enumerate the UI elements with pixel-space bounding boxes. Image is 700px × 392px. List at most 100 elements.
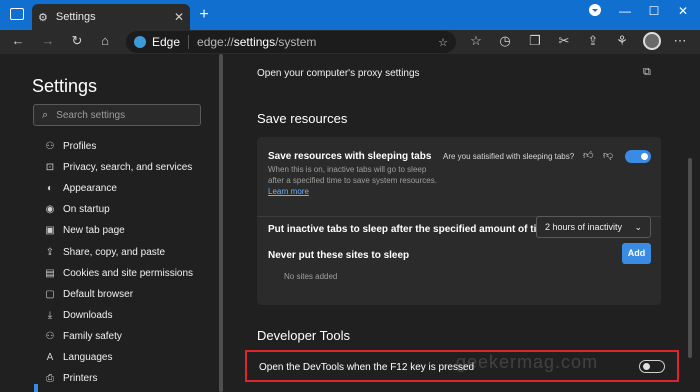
address-brand: Edge	[152, 35, 181, 49]
url-suffix: /system	[275, 35, 317, 49]
main-scrollbar[interactable]	[688, 158, 692, 358]
sidebar-item-label: Profiles	[63, 141, 97, 153]
thumbs-down-icon[interactable]: 👎︎	[603, 149, 613, 161]
avatar[interactable]	[643, 32, 661, 50]
sidebar-item-label: Languages	[63, 351, 113, 363]
power-icon: ◉	[45, 204, 55, 216]
sleeping-tabs-desc-text: When this is on, inactive tabs will go t…	[268, 165, 437, 185]
gear-icon: ⚙	[38, 11, 48, 24]
sidebar-item-label: Printers	[63, 373, 98, 385]
search-input[interactable]	[56, 109, 187, 121]
watermark: geekermag.com	[456, 352, 599, 372]
save-resources-heading: Save resources	[257, 111, 348, 126]
tab-title: Settings	[55, 11, 96, 23]
sidebar-item-label: On startup	[63, 204, 110, 216]
sidebar-item-profiles[interactable]: ⚇ Profiles	[44, 136, 193, 157]
sidebar-item-label: Appearance	[63, 183, 117, 195]
close-tab-icon[interactable]: ✕	[174, 10, 184, 24]
sidebar-item-label: Family safety	[63, 330, 122, 342]
address-url: edge://settings/system	[197, 35, 438, 49]
forward-icon[interactable]: →	[40, 33, 56, 49]
sidebar-item-appearance[interactable]: ◐ Appearance	[44, 178, 193, 199]
sidebar-item-label: Default browser	[63, 288, 134, 300]
cookies-icon: ▤	[45, 267, 55, 279]
sleeping-tabs-toggle[interactable]	[625, 150, 651, 163]
extensions-icon[interactable]: ⚘	[614, 33, 630, 49]
chevron-down-icon: ⌄	[634, 221, 642, 232]
favorites-icon[interactable]: ☆	[468, 33, 484, 49]
close-window-button[interactable]: ✕	[674, 4, 692, 18]
sidebar-nav: ⚇ Profiles ⊡ Privacy, search, and services…	[44, 136, 193, 389]
lock-icon: ⊡	[45, 162, 55, 174]
languages-icon: A	[46, 351, 54, 363]
learn-more-link[interactable]: Learn more	[268, 187, 309, 196]
thumbs-up-icon[interactable]: 👍︎	[583, 149, 593, 161]
sleeping-tabs-description: When this is on, inactive tabs will go t…	[268, 164, 443, 197]
external-link-icon[interactable]: ⧉	[643, 66, 651, 79]
feedback-question: Are you satisified with sleeping tabs?	[443, 152, 575, 161]
add-site-button[interactable]: Add	[622, 243, 651, 264]
refresh-icon[interactable]: ↻	[69, 33, 85, 49]
proxy-settings-link[interactable]: Open your computer's proxy settings	[257, 68, 420, 79]
devtools-f12-label: Open the DevTools when the F12 key is pr…	[259, 362, 475, 373]
search-icon: ⌕	[42, 108, 49, 121]
devtools-f12-toggle[interactable]	[639, 360, 665, 373]
inactive-tabs-label: Put inactive tabs to sleep after the spe…	[268, 224, 555, 235]
share-icon: ⇪	[45, 246, 55, 258]
sidebar-scrollbar[interactable]	[219, 54, 223, 392]
no-sites-text: No sites added	[284, 272, 338, 281]
newtab-icon: ▣	[45, 225, 55, 237]
web-capture-icon[interactable]: ✂	[556, 33, 572, 49]
family-icon: ⚇	[45, 330, 55, 342]
inactivity-dropdown[interactable]: 2 hours of inactivity ⌄	[536, 216, 651, 238]
never-sleep-label: Never put these sites to sleep	[268, 250, 410, 261]
toolbar: ← → ↻ ⌂ Edge edge://settings/system ☆ ☆ …	[0, 30, 700, 54]
sidebar-item-default-browser[interactable]: ▢ Default browser	[44, 284, 193, 305]
main-content: Open your computer's proxy settings ⧉ Sa…	[224, 54, 700, 392]
sidebar-item-privacy[interactable]: ⊡ Privacy, search, and services	[44, 157, 193, 178]
sidebar-item-downloads[interactable]: ⤓ Downloads	[44, 305, 193, 326]
maximize-button[interactable]: ☐	[645, 4, 663, 18]
address-separator	[188, 35, 190, 49]
sleeping-tabs-title: Save resources with sleeping tabs	[268, 151, 432, 162]
save-resources-card: Save resources with sleeping tabs When t…	[257, 137, 661, 305]
sidebar-item-new-tab-page[interactable]: ▣ New tab page	[44, 220, 193, 241]
address-bar[interactable]: Edge edge://settings/system ☆	[126, 31, 456, 53]
sidebar-item-label: Privacy, search, and services	[63, 162, 193, 174]
back-icon[interactable]: ←	[10, 33, 26, 49]
sidebar-item-share-copy-paste[interactable]: ⇪ Share, copy, and paste	[44, 241, 193, 262]
sidebar-item-languages[interactable]: A Languages	[44, 347, 193, 368]
palette-icon: ◐	[46, 183, 54, 195]
search-box[interactable]: ⌕	[33, 104, 201, 126]
add-favorite-icon[interactable]: ☆	[438, 36, 448, 49]
tab-settings[interactable]: ⚙ Settings ✕	[32, 4, 190, 30]
sidebar: Settings ⌕ ⚇ Profiles ⊡ Privacy, search, a…	[0, 54, 224, 392]
share-toolbar-icon[interactable]: ⇪	[585, 33, 601, 49]
browser-icon: ▢	[45, 288, 55, 300]
history-icon[interactable]: ◷	[497, 33, 513, 49]
minimize-button[interactable]: —	[616, 4, 634, 18]
sidebar-item-label: Share, copy, and paste	[63, 246, 166, 258]
url-prefix: edge://	[197, 35, 234, 49]
sidebar-item-label: New tab page	[63, 225, 125, 237]
inactivity-value: 2 hours of inactivity	[545, 222, 623, 232]
sidebar-item-family-safety[interactable]: ⚇ Family safety	[44, 326, 193, 347]
developer-tools-heading: Developer Tools	[257, 328, 350, 343]
download-icon: ⤓	[47, 309, 53, 321]
more-menu-icon[interactable]: ⋯	[672, 33, 688, 49]
sidebar-item-label: Downloads	[63, 309, 113, 321]
collections-icon[interactable]: ❐	[527, 33, 543, 49]
sidebar-item-printers[interactable]: ⎙ Printers	[44, 368, 193, 389]
active-item-indicator	[34, 384, 38, 392]
person-icon: ⚇	[45, 141, 55, 153]
title-bar: ⚙ Settings ✕ + — ☐ ✕	[0, 0, 700, 30]
tab-actions-icon[interactable]	[10, 8, 24, 20]
sidebar-item-on-startup[interactable]: ◉ On startup	[44, 199, 193, 220]
new-tab-button[interactable]: +	[196, 6, 212, 24]
home-icon[interactable]: ⌂	[97, 33, 113, 49]
sidebar-item-cookies[interactable]: ▤ Cookies and site permissions	[44, 263, 193, 284]
profile-dropdown-icon[interactable]	[586, 4, 604, 19]
edge-logo-icon	[134, 36, 146, 48]
sidebar-title: Settings	[32, 76, 98, 96]
printer-icon: ⎙	[46, 373, 54, 385]
